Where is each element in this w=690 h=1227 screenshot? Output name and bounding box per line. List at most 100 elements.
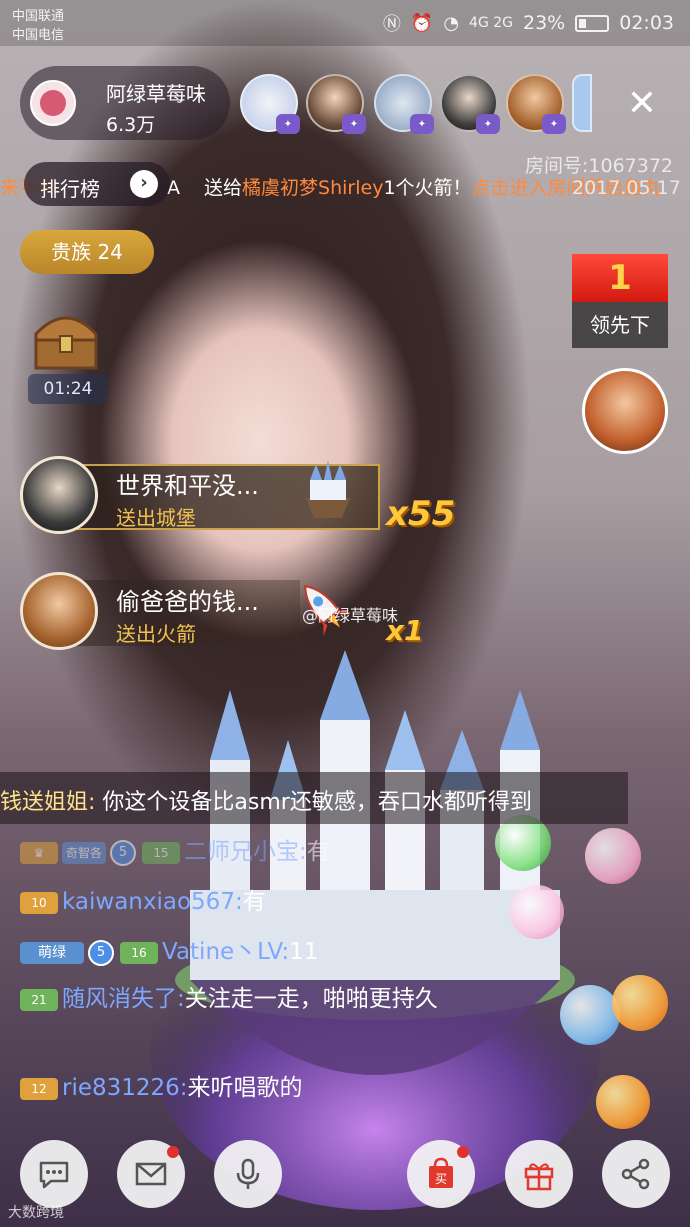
- level-circle-badge: 5: [110, 839, 137, 866]
- user-level-badge: 16: [120, 941, 158, 964]
- user-level-badge: 12: [20, 1077, 58, 1100]
- host-name: 阿绿草莓味: [106, 82, 206, 106]
- room-id: 房间号:1067372: [525, 155, 674, 177]
- chat-message: 来听唱歌的: [187, 1075, 303, 1101]
- level-badge: ♛: [20, 841, 58, 864]
- ticker-text: 1个火箭！: [383, 177, 472, 199]
- notification-dot: [457, 1146, 469, 1158]
- leader-badge[interactable]: 1 领先下: [572, 254, 668, 348]
- level-badge: ✦: [476, 114, 500, 134]
- decor-bubble: [585, 828, 641, 884]
- host-fan-count: 6.3万: [106, 114, 156, 136]
- viewer-avatar[interactable]: ✦: [440, 74, 500, 134]
- viewer-avatar[interactable]: ✦: [240, 74, 300, 134]
- gift-count: x55: [386, 494, 456, 534]
- svg-text:买: 买: [435, 1172, 447, 1186]
- gift-action: 送出城堡: [116, 506, 196, 530]
- viewer-avatar[interactable]: [572, 74, 592, 132]
- level-badge: ✦: [342, 114, 366, 134]
- notification-dot: [167, 1146, 179, 1158]
- live-stream-video: 中国联通 中国电信 Ⓝ ⏰ ◔ 4G 2G 23% 02:03 阿绿草莓味 6.…: [0, 0, 690, 1227]
- weibo-watermark: @阿绿草莓味: [302, 606, 399, 625]
- fan-badge: 萌绿: [20, 941, 84, 964]
- footer-watermark: 大数跨境: [8, 1205, 64, 1221]
- chat-message: 你这个设备比asmr还敏感，吞口水都听得到: [95, 790, 532, 815]
- gift-action: 送出火箭: [116, 622, 196, 646]
- user-level-badge: 21: [20, 988, 58, 1011]
- microphone-icon: [236, 1158, 260, 1189]
- battery-icon: [575, 14, 610, 32]
- share-button[interactable]: [602, 1140, 670, 1208]
- ranking-button[interactable]: 排行榜 ›: [24, 162, 170, 206]
- castle-gift-icon: [296, 458, 360, 522]
- gift-sender-avatar[interactable]: [20, 456, 98, 534]
- level-circle-badge: 5: [88, 939, 114, 966]
- host-avatar[interactable]: [30, 80, 76, 126]
- chat-bubble-icon: [39, 1161, 69, 1189]
- chat-username[interactable]: 二师兄小宝:: [184, 839, 307, 865]
- gift-sender-name: 偷爸爸的钱...: [116, 588, 259, 616]
- chat-highlight-message: 钱送姐姐: 你这个设备比asmr还敏感，吞口水都听得到: [0, 772, 628, 824]
- gift-icon: [524, 1163, 554, 1191]
- treasure-chest-icon[interactable]: [30, 306, 102, 372]
- user-level-badge: 10: [20, 891, 58, 914]
- chat-line: 21 随风消失了:关注走一走，啪啪更持久: [20, 982, 540, 1016]
- ticker-text: 送给: [204, 177, 243, 199]
- alarm-icon: ⏰: [410, 12, 434, 34]
- gift-button[interactable]: [505, 1140, 573, 1208]
- chat-message: 关注走一走，啪啪更持久: [184, 986, 438, 1012]
- chat-username[interactable]: kaiwanxiao567:: [62, 889, 243, 915]
- level-badge: ✦: [542, 114, 566, 134]
- decor-bubble: [612, 975, 668, 1031]
- clock: 02:03: [619, 12, 674, 34]
- top-fan-avatar[interactable]: [582, 368, 668, 454]
- gift-sender-avatar[interactable]: [20, 572, 98, 650]
- room-info: 房间号:1067372 2017.05.17: [525, 155, 690, 199]
- decor-bubble: [596, 1075, 650, 1129]
- chat-message: 有: [306, 839, 330, 865]
- chat-username[interactable]: Vatine丶LV:: [162, 939, 289, 965]
- nfc-icon: Ⓝ: [382, 14, 401, 35]
- chat-line: 12 rie831226:来听唱歌的: [20, 1068, 303, 1102]
- message-button[interactable]: [117, 1140, 185, 1208]
- fan-badge: 奇智各: [62, 841, 107, 864]
- level-badge: ✦: [410, 114, 434, 134]
- user-level-badge: 15: [142, 841, 181, 864]
- viewer-avatar[interactable]: ✦: [506, 74, 566, 134]
- carrier-label: 中国电信: [12, 28, 65, 43]
- bottom-toolbar: 买: [0, 1136, 690, 1227]
- share-icon: [621, 1158, 650, 1190]
- envelope-icon: [135, 1162, 167, 1186]
- viewer-avatar[interactable]: ✦: [306, 74, 366, 134]
- leader-rank: 1: [572, 254, 668, 302]
- chat-username[interactable]: 随风消失了:: [62, 986, 185, 1012]
- level-badge: ✦: [276, 114, 300, 134]
- chest-timer: 01:24: [28, 374, 108, 404]
- viewer-avatar[interactable]: ✦: [374, 74, 434, 134]
- chat-line: 10 kaiwanxiao567:有: [20, 882, 266, 916]
- close-icon[interactable]: ✕: [618, 82, 666, 130]
- ticker-recipient: 橘虞初梦Shirley: [242, 177, 384, 199]
- gift-sender-name: 世界和平没...: [116, 472, 259, 500]
- ranking-label: 排行榜: [40, 177, 100, 201]
- chevron-right-icon: ›: [130, 170, 158, 198]
- gift-banner: 世界和平没... 送出城堡 x55: [20, 456, 460, 538]
- leader-label: 领先下: [572, 302, 668, 348]
- decor-bubble: [510, 885, 564, 939]
- chat-message: 11: [289, 939, 319, 965]
- chat-button[interactable]: [20, 1140, 88, 1208]
- battery-percent: 23%: [523, 12, 566, 34]
- chat-username[interactable]: 钱送姐姐:: [0, 790, 95, 815]
- carrier-label: 中国联通: [12, 9, 65, 24]
- status-bar: 中国联通 中国电信 Ⓝ ⏰ ◔ 4G 2G 23% 02:03: [0, 0, 690, 46]
- shop-button[interactable]: 买: [407, 1140, 475, 1208]
- chat-username[interactable]: rie831226:: [62, 1075, 188, 1101]
- chat-line: 萌绿 5 16 Vatine丶LV:11: [20, 932, 318, 966]
- noble-count-button[interactable]: 贵族 24: [20, 230, 154, 274]
- voice-button[interactable]: [214, 1140, 282, 1208]
- host-card[interactable]: 阿绿草莓味 6.3万: [20, 66, 230, 140]
- signal-icon: 4G 2G: [469, 15, 513, 31]
- decor-bubble: [560, 985, 620, 1045]
- wifi-icon: ◔: [443, 12, 460, 34]
- chat-line: ♛ 奇智各 5 15 二师兄小宝:有: [20, 832, 330, 866]
